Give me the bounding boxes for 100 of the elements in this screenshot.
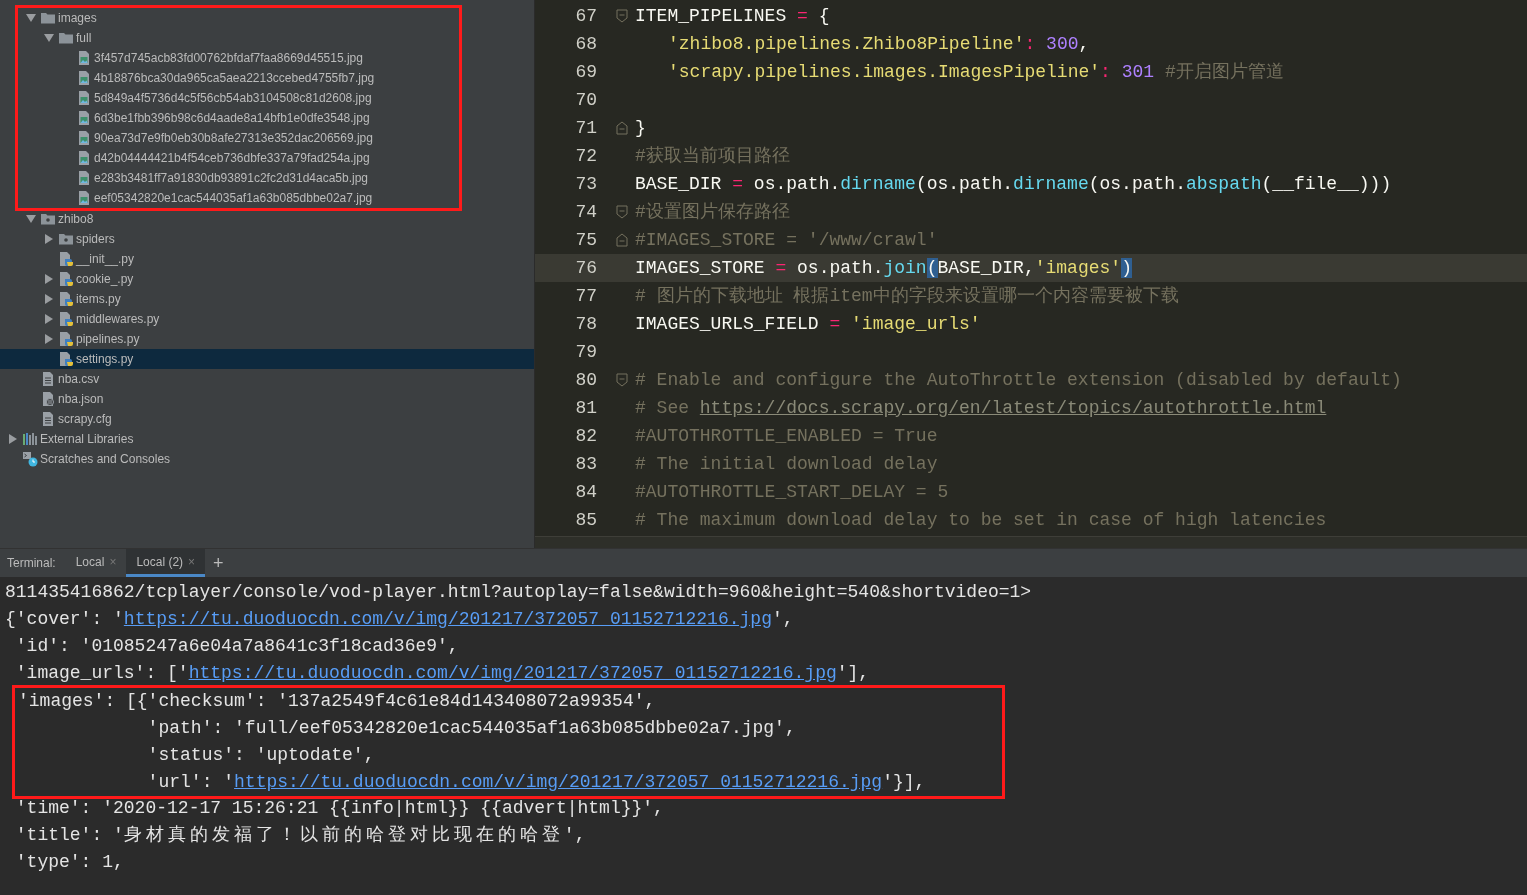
tree-item[interactable]: External Libraries (40, 430, 134, 448)
line-number: 72 (574, 144, 597, 168)
line-number: 70 (574, 88, 597, 112)
line-number: 73 (574, 172, 597, 196)
image-file-icon (76, 90, 92, 106)
tree-item[interactable]: e283b3481ff7a91830db93891c2fc2d31d4aca5b.jpg (94, 169, 369, 187)
tree-item[interactable]: zhibo8 (58, 210, 94, 228)
code-line: #AUTOTHROTTLE_START_DELAY = 5 (635, 480, 949, 504)
tree-item[interactable]: eef05342820e1cac544035af1a63b085dbbe02a7.jpg (94, 189, 373, 207)
code-line: # The maximum download delay to be set in case of high latencies (635, 508, 1327, 532)
code-line: # The initial download delay (635, 452, 938, 476)
line-number: 74 (574, 200, 597, 224)
line-number: 67 (574, 4, 597, 28)
terminal-line: 'image_urls': ['https://tu.duoduocdn.com/v/img/201217/372057_01152712216.jpg'], (14, 662, 871, 685)
python-file-icon (58, 351, 74, 367)
python-file-icon (58, 271, 74, 287)
fold-marker-icon[interactable] (616, 121, 628, 135)
fold-marker-icon[interactable] (616, 9, 628, 23)
tree-item[interactable]: items.py (76, 290, 121, 308)
image-file-icon (76, 50, 92, 66)
line-number: 85 (574, 508, 597, 532)
tree-item[interactable]: 5d849a4f5736d4c5f56cb54ab3104508c81d2608.jpg (94, 89, 372, 107)
tree-item[interactable]: 90ea73d7e9fb0eb30b8afe27313e352dac206569.jpg (94, 129, 373, 147)
line-number: 83 (574, 452, 597, 476)
tree-item[interactable]: d42b04444421b4f54ceb736dbfe337a79fad254a.jpg (94, 149, 370, 167)
text-file-icon (40, 371, 56, 387)
tree-item[interactable]: middlewares.py (76, 310, 160, 328)
python-file-icon (58, 311, 74, 327)
code-line: 'zhibo8.pipelines.Zhibo8Pipeline': 300, (667, 32, 1090, 56)
folder-icon (40, 211, 56, 227)
tree-item[interactable]: settings.py (76, 350, 134, 368)
terminal-line: 'time': '2020-12-17 15:26:21 {{info|html}} {{advert|html}}', (14, 797, 665, 820)
image-file-icon (76, 170, 92, 186)
code-line: 'scrapy.pipelines.images.ImagesPipeline': 301 #开启图片管道 (667, 60, 1284, 84)
tree-item[interactable]: full (76, 29, 92, 47)
image-file-icon (76, 110, 92, 126)
line-number: 81 (574, 396, 597, 420)
line-number: 75 (574, 228, 597, 252)
close-icon[interactable]: × (188, 552, 196, 571)
clock-badge-icon (22, 451, 38, 467)
link[interactable]: https://docs.scrapy.org/en/latest/topics/autothrottle.html (699, 397, 1327, 418)
terminal-line: 'images': [{'checksum': '137a2549f4c61e84d143408072a99354', (18, 690, 657, 713)
terminal-line: 'title': '身材真的发福了！以前的哈登对比现在的哈登', (14, 824, 587, 847)
code-line: # See https://docs.scrapy.org/en/latest/topics/autothrottle.html (635, 396, 1327, 420)
terminal-line: 'id': '01085247a6e04a7a8641c3f18cad36e9', (14, 635, 460, 658)
line-number: 79 (574, 340, 597, 364)
code-line: # Enable and configure the AutoThrottle extension (disabled by default) (635, 368, 1402, 392)
tree-item[interactable]: Scratches and Consoles (40, 450, 171, 468)
code-line: BASE_DIR = os.path.dirname(os.path.dirname(os.path.abspath(__file__))) (635, 172, 1392, 196)
collapse-arrow-icon[interactable] (9, 434, 17, 444)
new-tab-button[interactable]: + (205, 549, 232, 577)
tree-item[interactable]: pipelines.py (76, 330, 140, 348)
tree-item[interactable]: 4b18876bca30da965ca5aea2213ccebed4755fb7.jpg (94, 69, 375, 87)
tree-item[interactable]: nba.csv (58, 370, 100, 388)
code-line: IMAGES_URLS_FIELD = 'image_urls' (635, 312, 981, 336)
python-file-icon (58, 251, 74, 267)
terminal-tab[interactable]: Local (2) × (126, 549, 206, 577)
bar-chart-icon (22, 431, 38, 447)
line-number: 78 (574, 312, 597, 336)
line-number: 84 (574, 480, 597, 504)
code-line: #IMAGES_STORE = '/www/crawl' (635, 228, 938, 252)
link[interactable]: https://tu.duoduocdn.com/v/img/201217/372057_01152712216.jpg (123, 609, 772, 629)
line-number: 82 (574, 424, 597, 448)
folder-icon (58, 231, 74, 247)
terminal-line: 'type': 1, (14, 851, 125, 874)
fold-marker-icon[interactable] (616, 233, 628, 247)
tree-item[interactable]: cookie_.py (76, 270, 134, 288)
fold-marker-icon[interactable] (616, 205, 628, 219)
code-line: IMAGES_STORE = os.path.join(BASE_DIR,'images') (635, 256, 1132, 280)
image-file-icon (76, 70, 92, 86)
image-file-icon (76, 190, 92, 206)
terminal-tab[interactable]: Local × (65, 549, 127, 577)
panel-title: Terminal: (6, 555, 57, 572)
code-line: #获取当前项目路径 (635, 144, 790, 168)
text-file-icon (40, 411, 56, 427)
line-number: 77 (574, 284, 597, 308)
line-number: 76 (574, 256, 597, 280)
selected-tree-row[interactable]: settings.py (0, 349, 534, 369)
link[interactable]: https://tu.duoduocdn.com/v/img/201217/372057_01152712216.jpg (234, 772, 883, 792)
tree-item[interactable]: scrapy.cfg (58, 410, 112, 428)
fold-marker-icon[interactable] (616, 373, 628, 387)
code-line: # 图片的下载地址 根据item中的字段来设置哪一个内容需要被下载 (635, 284, 1179, 308)
image-file-icon (76, 130, 92, 146)
tree-item[interactable]: images (58, 9, 97, 27)
terminal-line: {'cover': 'https://tu.duoduocdn.com/v/img/201217/372057_01152712216.jpg', (5, 608, 795, 631)
tree-item[interactable]: 3f457d745acb83fd00762bfdaf7faa8669d45515.jpg (94, 49, 363, 67)
python-file-icon (58, 331, 74, 347)
link[interactable]: https://tu.duoduocdn.com/v/img/201217/372057_01152712216.jpg (188, 663, 837, 683)
tree-item[interactable]: __init__.py (76, 250, 135, 268)
code-line: } (635, 116, 646, 140)
tree-item[interactable]: nba.json (58, 390, 104, 408)
tree-item[interactable]: spiders (76, 230, 115, 248)
folder-icon (40, 10, 56, 26)
line-number: 80 (574, 368, 597, 392)
tree-item[interactable]: 6d3be1fbb396b98c6d4aade8a14bfb1e0dfe3548.jpg (94, 109, 370, 127)
line-number: 69 (574, 60, 597, 84)
python-file-icon (58, 291, 74, 307)
image-file-icon (76, 150, 92, 166)
terminal-line: 'status': 'uptodate', (146, 744, 376, 767)
terminal-line: 'url': 'https://tu.duoduocdn.com/v/img/201217/372057_01152712216.jpg'}], (146, 771, 927, 794)
